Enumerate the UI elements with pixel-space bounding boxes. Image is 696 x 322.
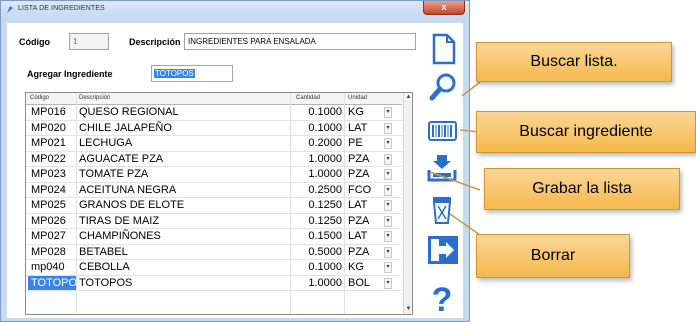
callout-buscar-lista: Buscar lista. xyxy=(476,42,672,82)
callout-grabar-lista: Grabar la lista xyxy=(484,168,680,210)
callout-buscar-ingrediente: Buscar ingrediente xyxy=(476,111,696,153)
callout-borrar: Borrar xyxy=(476,234,630,278)
